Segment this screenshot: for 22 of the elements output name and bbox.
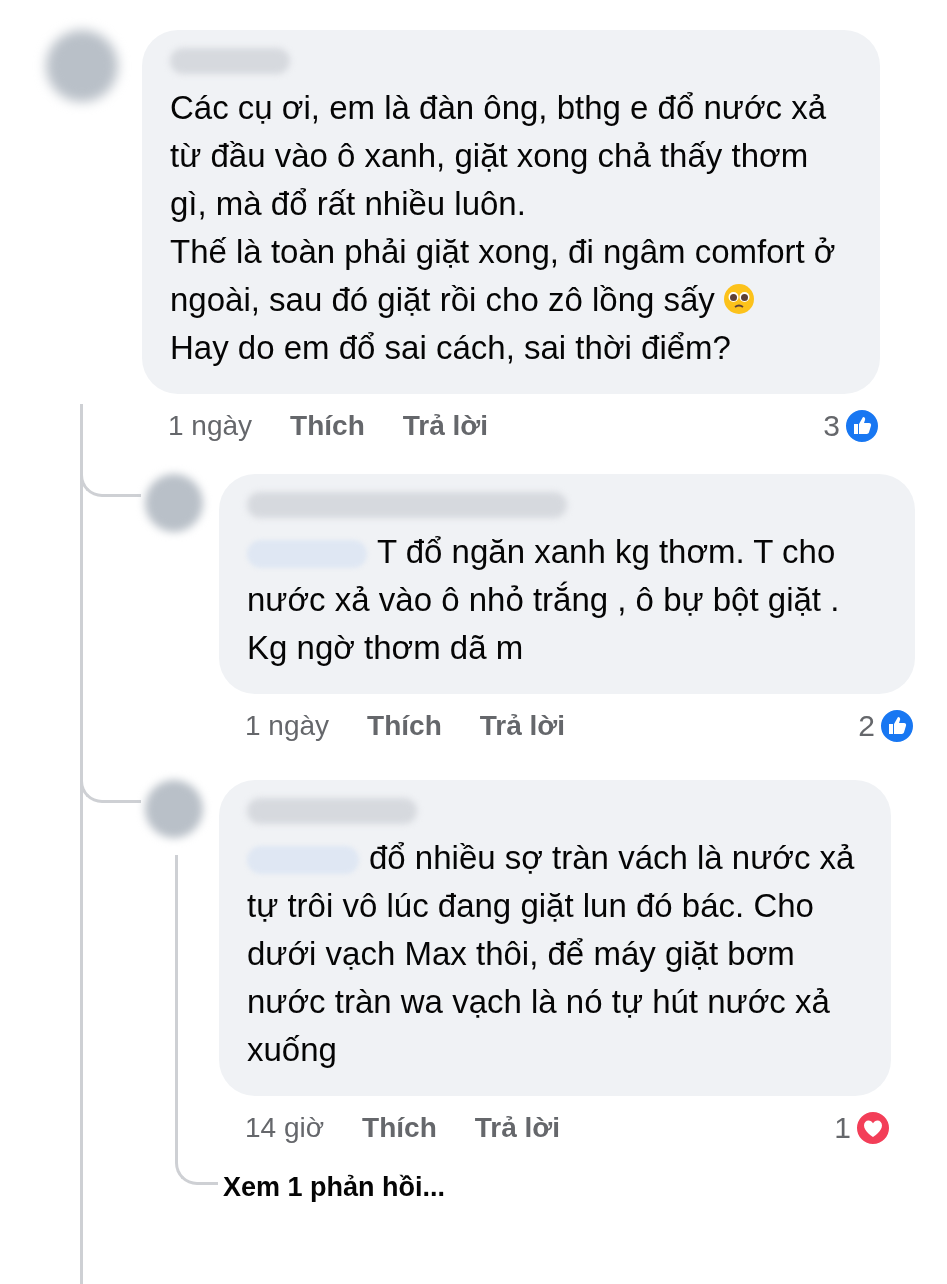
like-link[interactable]: Thích <box>367 710 442 742</box>
reply-link[interactable]: Trả lời <box>479 710 566 742</box>
pleading-face-icon <box>722 283 755 315</box>
reaction-count: 3 <box>823 409 840 443</box>
like-link[interactable]: Thích <box>362 1112 437 1144</box>
comment-text: đổ nhiều sợ tràn vách là nước xả tự trôi vô lúc đang giặt lun đó bác. Cho dưới vạch Max thôi, để máy giặt bơm nước tràn wa vạch là nó tự hút nước xả xuống <box>247 838 856 1070</box>
comment-text: Các cụ ơi, em là đàn ông, bthg e đổ nước xả từ đầu vào ô xanh, giặt xong chả thấy thơm gì, mà đổ rất nhiều luôn. <box>170 88 828 224</box>
avatar <box>145 780 203 838</box>
view-replies-link[interactable]: Xem 1 phản hồi... <box>223 1172 891 1203</box>
comment-text: T đổ ngăn xanh kg thơm. T cho nước xả vào ô nhỏ trắng , ô bự bột giặt . Kg ngờ thơm dã m <box>247 532 841 668</box>
comment-time: 14 giờ <box>245 1112 325 1144</box>
like-link[interactable]: Thích <box>290 410 365 442</box>
comment-text: Hay do em đổ sai cách, sai thời điểm? <box>170 328 732 368</box>
reaction-count: 2 <box>858 709 875 743</box>
reply-link[interactable]: Trả lời <box>402 410 489 442</box>
comment-time: 1 ngày <box>168 410 253 442</box>
avatar <box>46 30 118 102</box>
avatar <box>145 474 203 532</box>
comment-text: Thế là toàn phải giặt xong, đi ngâm comfort ở ngoài, sau đó giặt rồi cho zô lồng sấy <box>170 232 837 320</box>
comment-time: 1 ngày <box>245 710 330 742</box>
reaction-count: 1 <box>834 1111 851 1145</box>
reply-link[interactable]: Trả lời <box>474 1112 561 1144</box>
